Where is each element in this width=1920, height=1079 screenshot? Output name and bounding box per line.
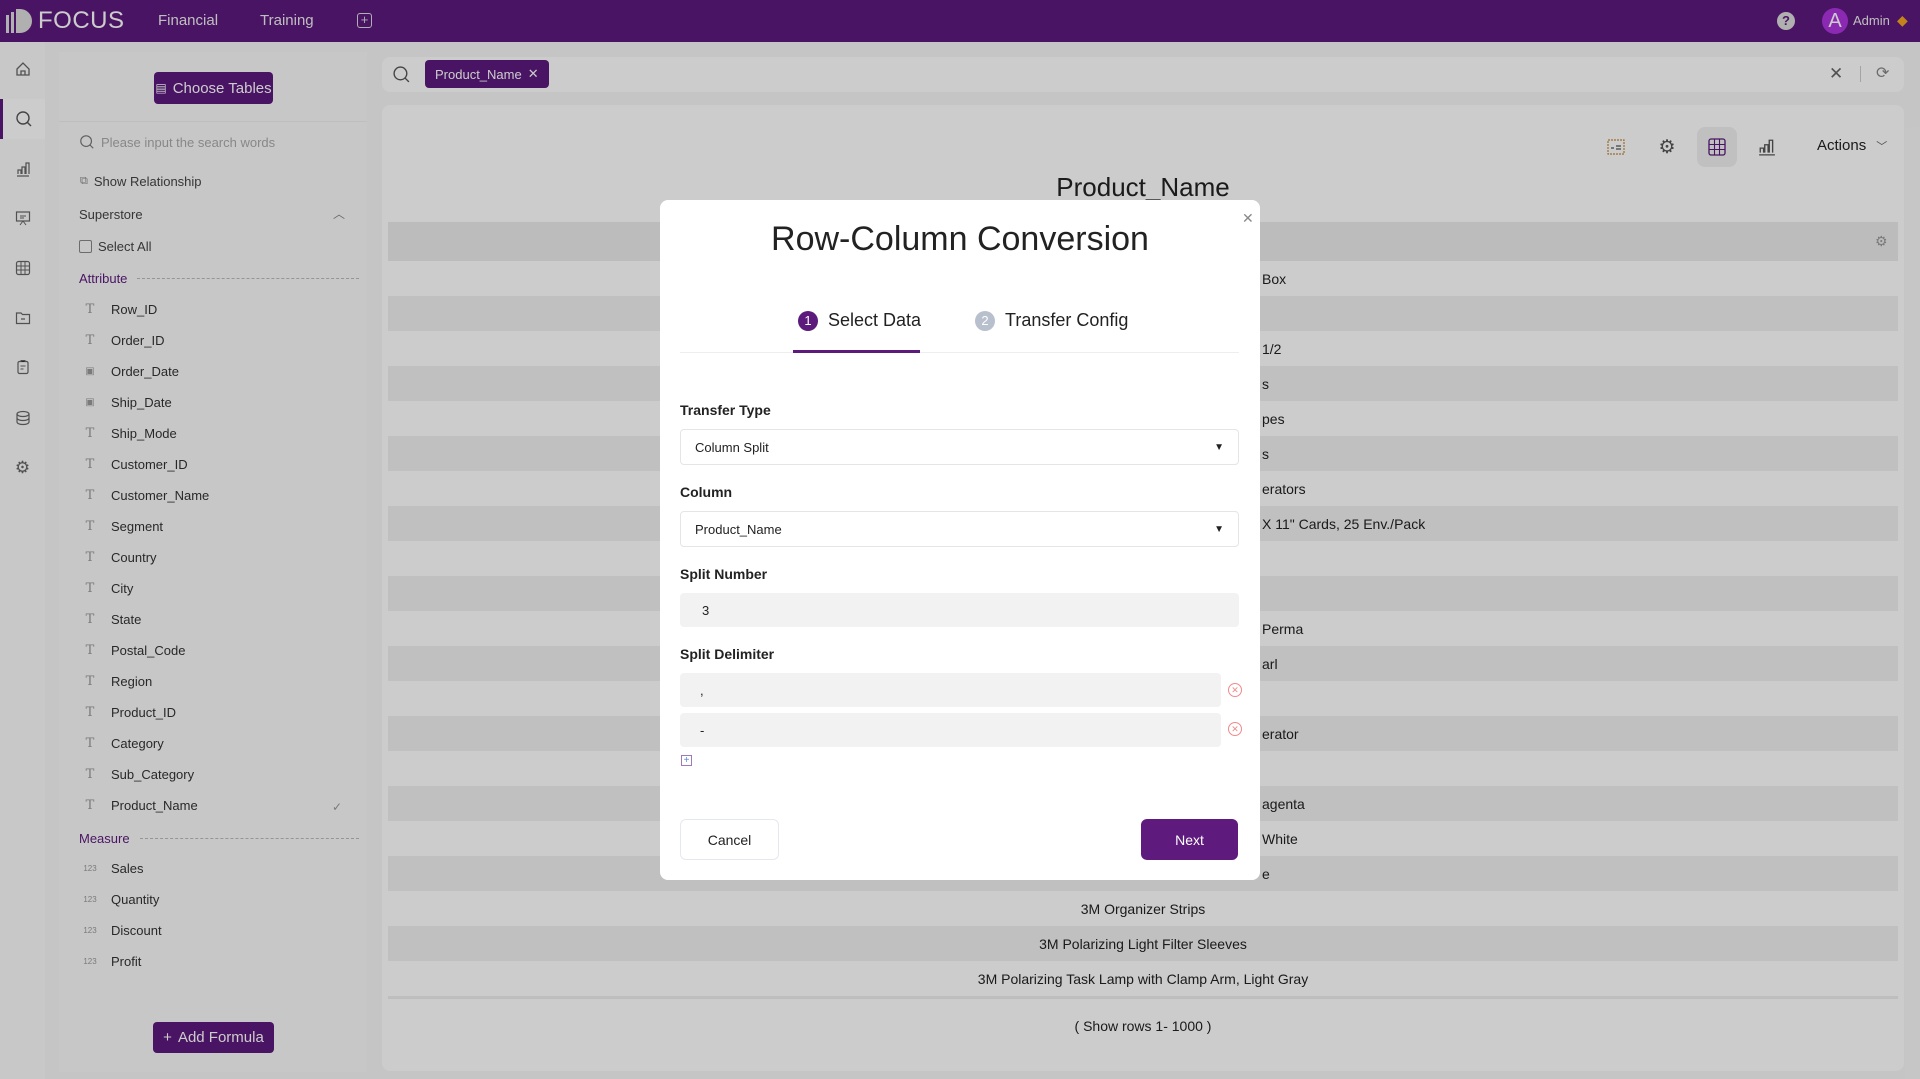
- step-label: Select Data: [828, 310, 922, 330]
- divider: [680, 352, 1239, 353]
- step-number: 1: [798, 310, 818, 331]
- transfer-type-label: Transfer Type: [680, 402, 771, 418]
- split-delimiter-label: Split Delimiter: [680, 646, 775, 662]
- next-button[interactable]: Next: [1141, 819, 1238, 860]
- column-value: Product_Name: [695, 521, 782, 537]
- column-label: Column: [680, 484, 733, 500]
- transfer-type-select[interactable]: Column Split ▼: [680, 429, 1239, 465]
- cancel-button[interactable]: Cancel: [680, 819, 779, 860]
- transfer-type-value: Column Split: [695, 439, 769, 455]
- active-step-indicator: [793, 350, 920, 353]
- step-number: 2: [975, 310, 995, 331]
- dialog-title: Row-Column Conversion: [771, 220, 1149, 258]
- split-number-input[interactable]: 3: [680, 593, 1239, 627]
- row-column-conversion-dialog: ✕ Row-Column Conversion 1 Select Data 2 …: [660, 200, 1260, 880]
- step-select-data[interactable]: 1 Select Data: [798, 310, 921, 331]
- remove-delimiter-icon[interactable]: ✕: [1228, 722, 1242, 736]
- step-label: Transfer Config: [1005, 310, 1129, 330]
- column-select[interactable]: Product_Name ▼: [680, 511, 1239, 547]
- chevron-down-icon: ▼: [1214, 523, 1224, 535]
- delimiter-input[interactable]: -: [680, 713, 1221, 747]
- step-transfer-config[interactable]: 2 Transfer Config: [975, 310, 1128, 331]
- add-delimiter-icon[interactable]: +: [681, 755, 692, 766]
- split-number-label: Split Number: [680, 566, 768, 582]
- delimiter-input[interactable]: ,: [680, 673, 1221, 707]
- remove-delimiter-icon[interactable]: ✕: [1228, 683, 1242, 697]
- chevron-down-icon: ▼: [1214, 441, 1224, 453]
